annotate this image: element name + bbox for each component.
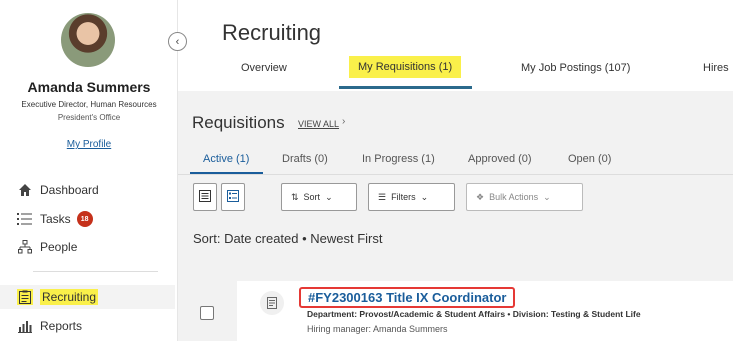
card-view-button[interactable]	[221, 183, 245, 211]
tasks-count-badge: 18	[76, 211, 93, 227]
requisitions-heading: Requisitions	[192, 113, 285, 132]
user-office: President's Office	[57, 113, 121, 122]
view-all-link[interactable]: VIEW ALL	[298, 119, 339, 129]
page-title: Recruiting	[222, 20, 322, 45]
sidebar-item-label: Tasks	[40, 212, 71, 226]
avatar[interactable]	[61, 13, 115, 67]
list-view-icon	[199, 190, 211, 204]
user-name: Amanda Summers	[27, 79, 151, 95]
chevron-down-icon: ⌄	[543, 191, 551, 202]
tab-my-job-postings[interactable]: My Job Postings (107)	[521, 62, 630, 74]
user-title: Executive Director, Human Resources	[21, 100, 157, 109]
subtab-drafts[interactable]: Drafts (0)	[282, 153, 328, 165]
sidebar-divider	[33, 271, 158, 272]
sort-icon: ⇅	[291, 191, 299, 202]
bulk-actions-label: Bulk Actions	[489, 192, 539, 202]
tab-my-requisitions[interactable]: My Requisitions (1)	[349, 56, 462, 78]
subtab-approved[interactable]: Approved (0)	[468, 153, 532, 165]
sidebar-item-label: Reports	[40, 319, 83, 333]
filters-button[interactable]: ☰ Filters ⌄	[368, 183, 455, 211]
chevron-left-icon: ‹	[175, 35, 180, 48]
sidebar-item-recruiting[interactable]: Recruiting	[0, 285, 175, 309]
tab-overview[interactable]: Overview	[241, 62, 287, 74]
document-icon	[260, 291, 284, 315]
collapse-sidebar-button[interactable]: ‹	[168, 32, 187, 51]
clipboard-icon	[16, 289, 34, 305]
subtab-in-progress[interactable]: In Progress (1)	[362, 153, 435, 165]
sidebar-item-label: Recruiting	[40, 289, 99, 305]
requisition-hiring-manager: Hiring manager: Amanda Summers	[307, 324, 448, 334]
org-chart-icon	[16, 240, 34, 254]
tab-hires[interactable]: Hires	[703, 62, 729, 74]
sort-description: Sort: Date created • Newest First	[193, 231, 383, 246]
sidebar-item-label: People	[40, 240, 78, 254]
running-person-icon: ❖	[476, 191, 485, 202]
sort-button[interactable]: ⇅ Sort ⌄	[281, 183, 357, 211]
sidebar-item-people[interactable]: People	[0, 235, 175, 259]
row-select-checkbox[interactable]	[200, 306, 214, 320]
active-tab-indicator	[339, 86, 472, 89]
sidebar-item-reports[interactable]: Reports	[0, 314, 175, 338]
sidebar-item-label: Dashboard	[40, 183, 99, 197]
card-view-icon	[227, 190, 239, 204]
chevron-right-icon: ›	[342, 116, 346, 127]
bar-chart-icon	[16, 319, 34, 333]
list-icon	[16, 212, 34, 226]
chevron-down-icon: ⌄	[325, 191, 333, 202]
requisition-department: Department: Provost/Academic & Student A…	[307, 309, 641, 319]
sidebar-item-tasks[interactable]: Tasks 18	[0, 207, 175, 231]
subtab-active[interactable]: Active (1)	[203, 153, 249, 165]
bulk-actions-button[interactable]: ❖ Bulk Actions ⌄	[466, 183, 583, 211]
requisition-title-link[interactable]: #FY2300163 Title IX Coordinator	[299, 287, 516, 308]
filters-label: Filters	[391, 192, 416, 202]
home-icon	[16, 183, 34, 197]
sidebar: Amanda Summers Executive Director, Human…	[0, 0, 178, 341]
sidebar-item-dashboard[interactable]: Dashboard	[0, 178, 175, 202]
chevron-down-icon: ⌄	[420, 191, 429, 202]
subtab-divider	[178, 174, 733, 175]
subtab-open[interactable]: Open (0)	[568, 153, 611, 165]
my-profile-link[interactable]: My Profile	[0, 139, 178, 150]
sort-label: Sort	[303, 192, 321, 202]
filter-icon: ☰	[378, 191, 387, 202]
list-view-button[interactable]	[193, 183, 217, 211]
